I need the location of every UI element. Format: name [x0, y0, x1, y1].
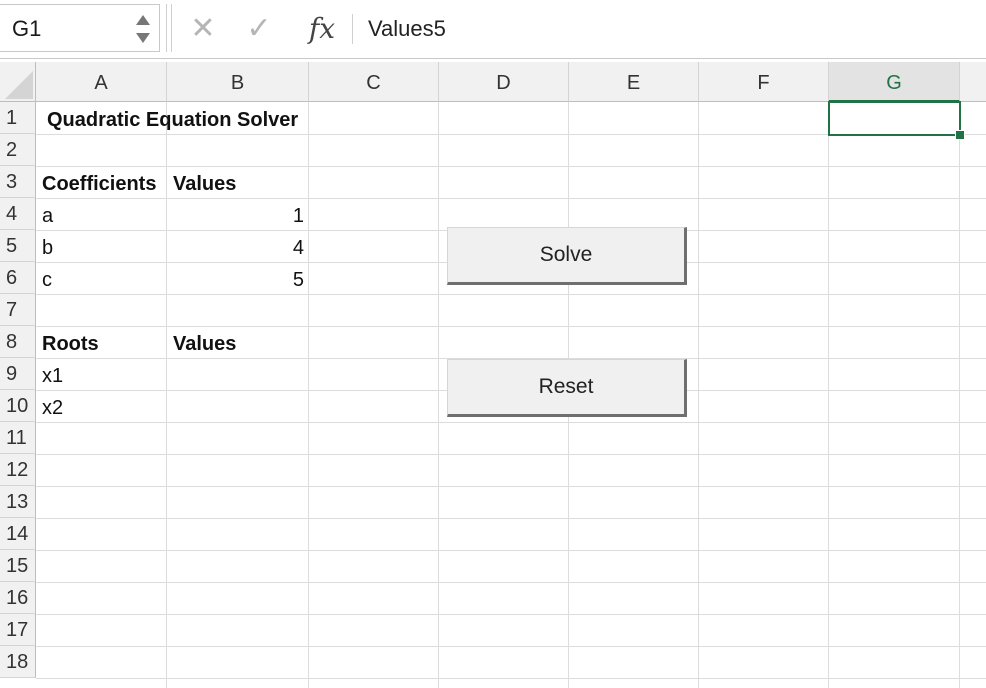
row-header-17[interactable]: 17 [0, 614, 36, 646]
grid-line [36, 678, 986, 679]
grid-line [36, 166, 986, 167]
name-box-stepper-icon[interactable] [135, 13, 151, 45]
grid-line [438, 102, 439, 688]
row-header-12[interactable]: 12 [0, 454, 36, 486]
formula-bar-divider [166, 4, 172, 52]
row-header-16[interactable]: 16 [0, 582, 36, 614]
column-header-g[interactable]: G [829, 62, 960, 102]
grid-line [166, 102, 167, 688]
cell-b4[interactable]: 1 [167, 200, 304, 232]
row-header-9[interactable]: 9 [0, 358, 36, 390]
row-header-15[interactable]: 15 [0, 550, 36, 582]
name-box-value: G1 [12, 16, 42, 41]
grid-line [36, 518, 986, 519]
cell-a1[interactable]: Quadratic Equation Solver [47, 104, 298, 136]
cell-b3[interactable]: Values [173, 168, 236, 200]
row-header-18[interactable]: 18 [0, 646, 36, 678]
row-header-14[interactable]: 14 [0, 518, 36, 550]
select-all-corner[interactable] [0, 62, 36, 102]
name-box[interactable]: G1 [0, 4, 160, 52]
row-header-11[interactable]: 11 [0, 422, 36, 454]
formula-input[interactable]: Values5 [368, 0, 446, 58]
row-header-7[interactable]: 7 [0, 294, 36, 326]
column-header-e[interactable]: E [569, 62, 699, 102]
fill-handle[interactable] [955, 130, 965, 140]
grid-line [36, 486, 986, 487]
cell-a8[interactable]: Roots [42, 328, 99, 360]
cancel-icon[interactable]: ✕ [186, 0, 220, 58]
insert-function-icon[interactable]: fx [304, 0, 340, 58]
row-header-5[interactable]: 5 [0, 230, 36, 262]
formula-bar-separator [352, 14, 353, 44]
row-header-8[interactable]: 8 [0, 326, 36, 358]
cell-a3[interactable]: Coefficients [42, 168, 156, 200]
column-header-blank[interactable] [960, 62, 986, 102]
formula-bar: G1 ✕ ✓ fx Values5 [0, 0, 986, 59]
column-header-f[interactable]: F [699, 62, 829, 102]
column-header-b[interactable]: B [167, 62, 309, 102]
grid-line [308, 102, 309, 688]
row-header-1[interactable]: 1 [0, 102, 36, 134]
grid-line [828, 102, 829, 688]
cell-a9[interactable]: x1 [42, 360, 63, 392]
grid-line [36, 646, 986, 647]
reset-button[interactable]: Reset [447, 359, 687, 417]
column-header-a[interactable]: A [36, 62, 167, 102]
grid-line [36, 422, 986, 423]
active-cell-g1[interactable] [828, 101, 961, 136]
row-header-2[interactable]: 2 [0, 134, 36, 166]
cell-a4[interactable]: a [42, 200, 53, 232]
grid-line [36, 550, 986, 551]
grid-line [36, 454, 986, 455]
enter-check-icon[interactable]: ✓ [242, 0, 276, 58]
row-header-6[interactable]: 6 [0, 262, 36, 294]
column-header-d[interactable]: D [439, 62, 569, 102]
cell-a10[interactable]: x2 [42, 392, 63, 424]
column-header-c[interactable]: C [309, 62, 439, 102]
cell-b8[interactable]: Values [173, 328, 236, 360]
cell-b6[interactable]: 5 [167, 264, 304, 296]
grid-line [36, 326, 986, 327]
select-all-triangle-icon [5, 71, 33, 99]
row-header-4[interactable]: 4 [0, 198, 36, 230]
cell-a5[interactable]: b [42, 232, 53, 264]
grid-line [36, 614, 986, 615]
grid-line [698, 102, 699, 688]
solve-button[interactable]: Solve [447, 227, 687, 285]
row-header-3[interactable]: 3 [0, 166, 36, 198]
cell-b5[interactable]: 4 [167, 232, 304, 264]
grid-line [36, 582, 986, 583]
cell-a6[interactable]: c [42, 264, 52, 296]
row-header-10[interactable]: 10 [0, 390, 36, 422]
row-header-13[interactable]: 13 [0, 486, 36, 518]
grid-line [959, 102, 960, 688]
